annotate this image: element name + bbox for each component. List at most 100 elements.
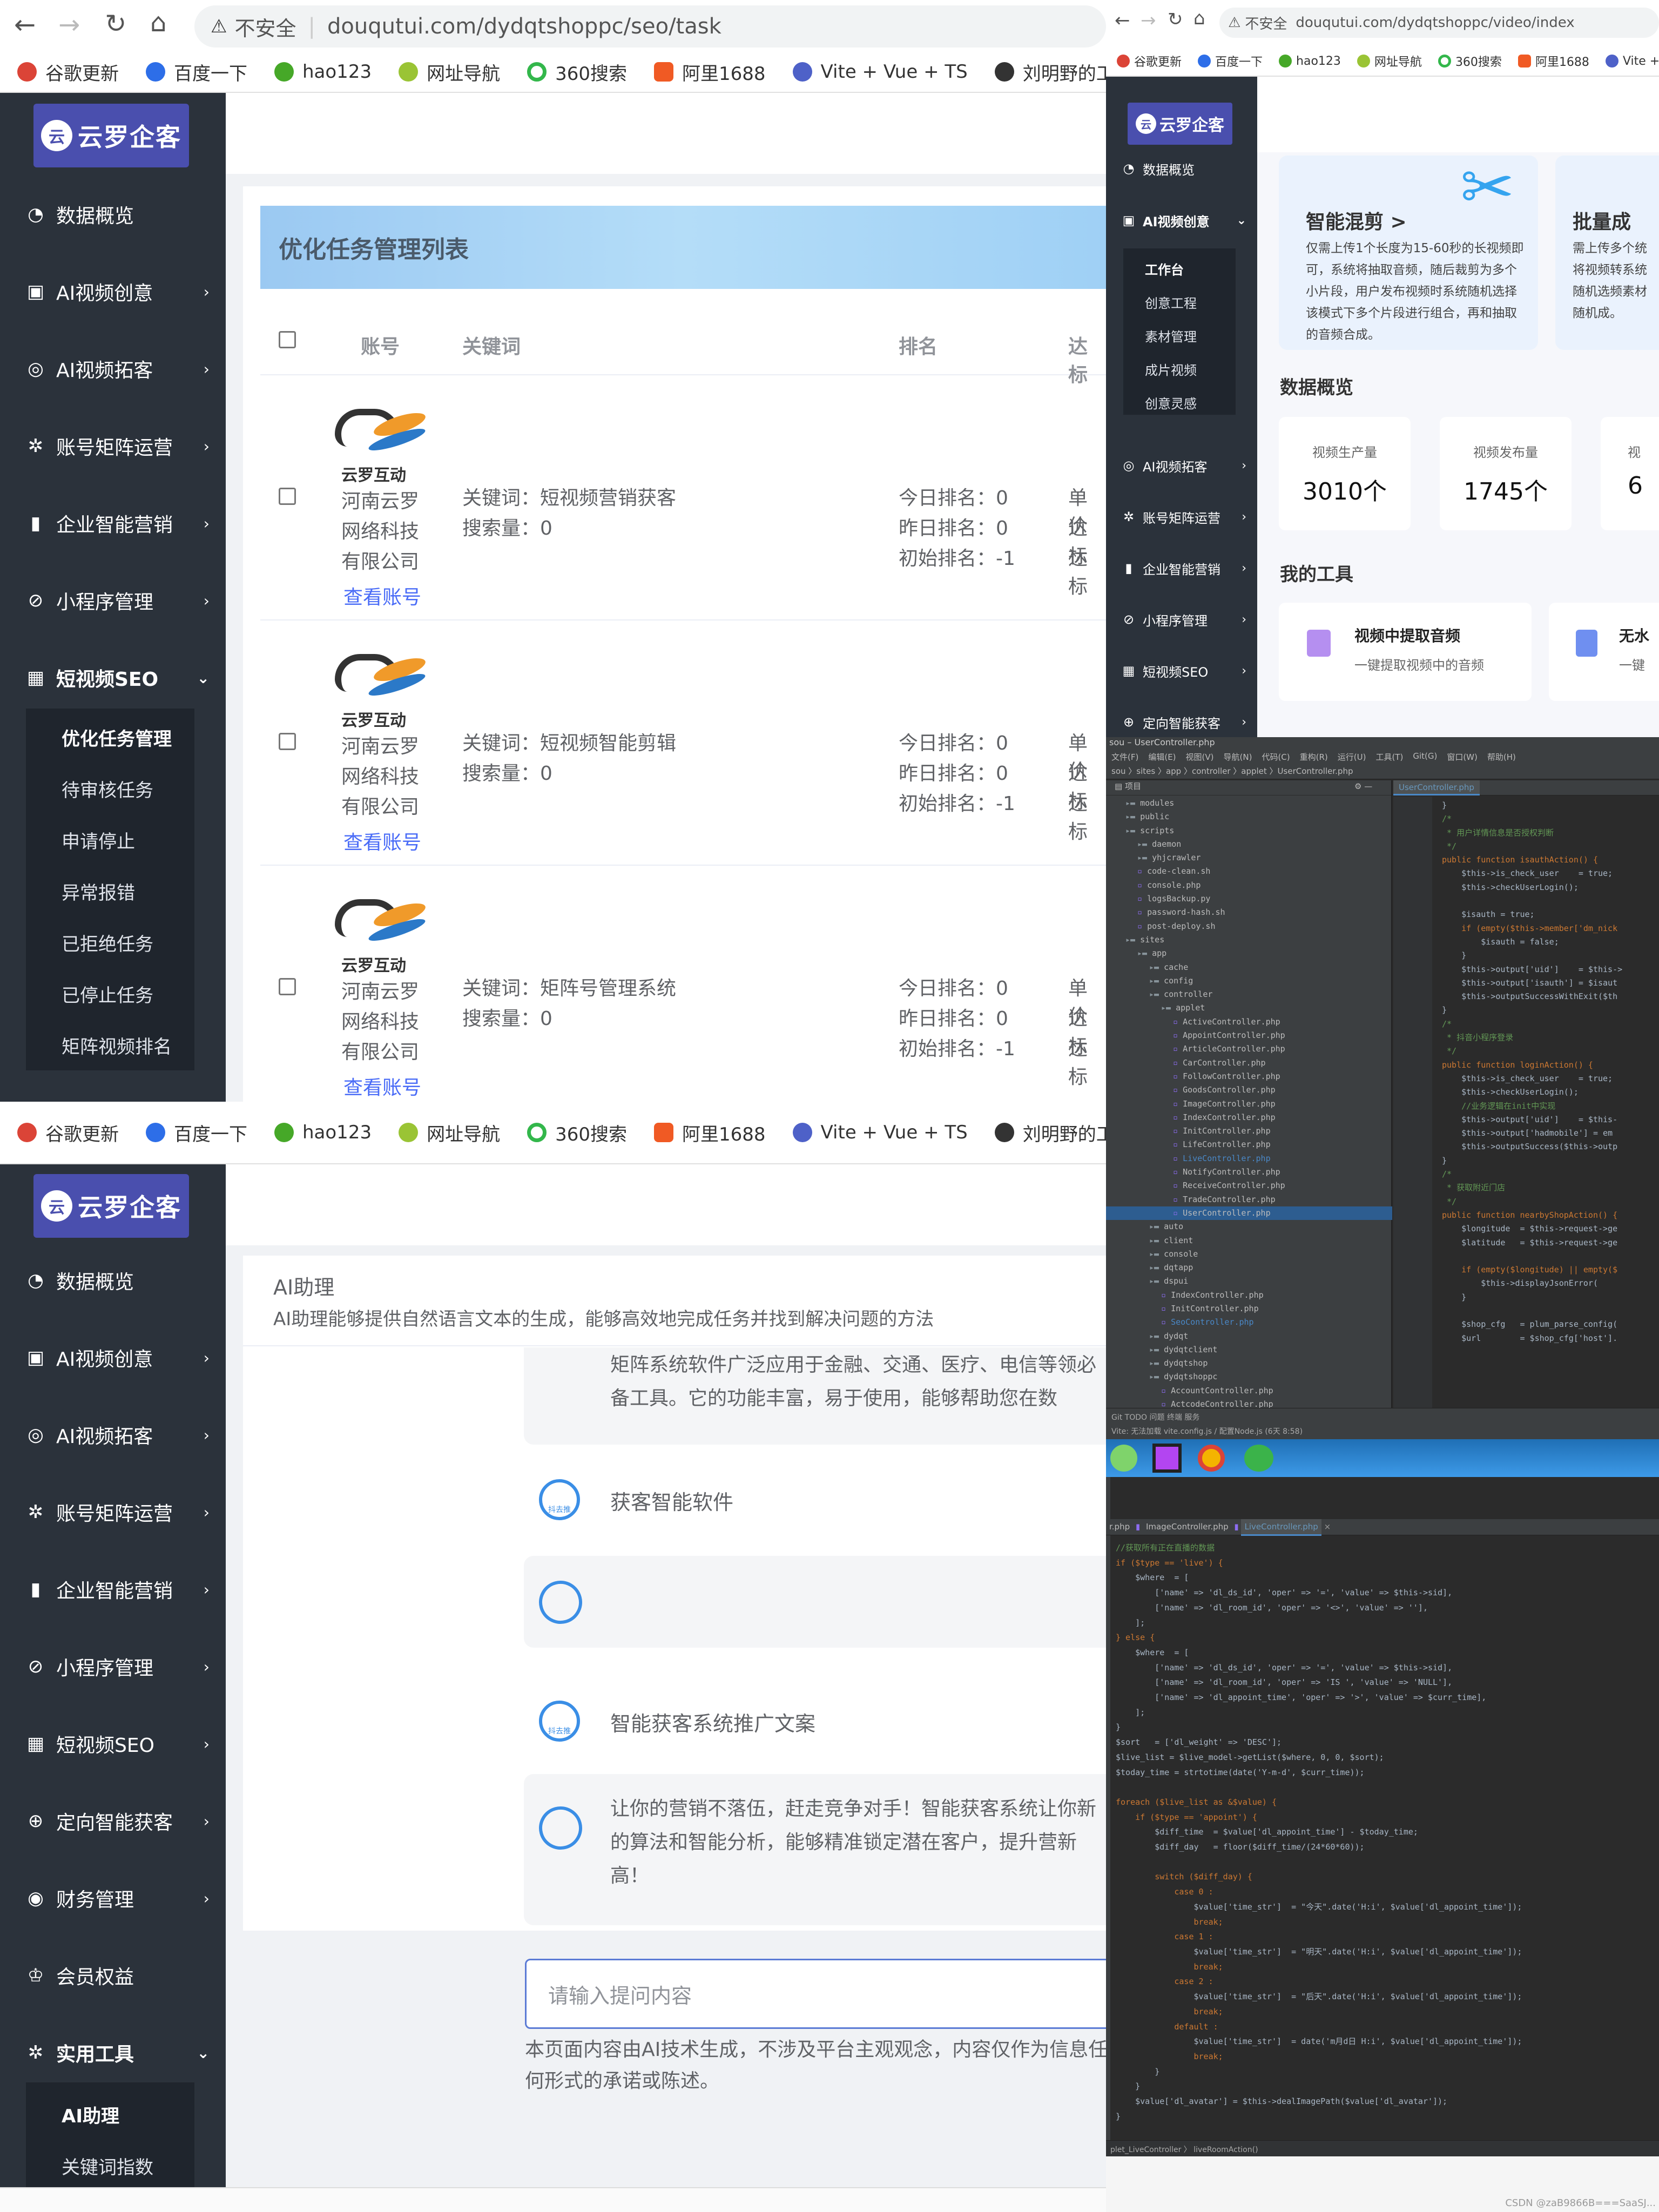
tree-item[interactable]: ▸▬ sites [1106, 933, 1392, 947]
menu-tools[interactable]: 工具(T) [1375, 751, 1403, 765]
bookmark-toolbox[interactable]: 刘明野的工具箱 [994, 59, 1106, 85]
sidebar-item-miniapp[interactable]: ⊘ 小程序管理 › [0, 1637, 226, 1696]
question-input[interactable]: 请输入提问内容 [525, 1959, 1106, 2029]
home-icon[interactable]: ⌂ [1193, 8, 1205, 29]
tree-item[interactable]: ▸▬ scripts [1106, 824, 1392, 838]
sidebar-item-miniapp[interactable]: ⊘ 小程序管理 › [0, 571, 226, 630]
tree-item[interactable]: ▫ ReceiveController.php [1106, 1179, 1392, 1192]
bookmark-hao123[interactable]: hao123 [1279, 55, 1341, 68]
menu-window[interactable]: 窗口(W) [1447, 751, 1478, 765]
phpstorm-icon[interactable] [1152, 1444, 1182, 1473]
sidebar-item-marketing[interactable]: ▮ 企业智能营销 › [1106, 547, 1257, 590]
tree-item[interactable]: ▫ ArticleController.php [1106, 1042, 1392, 1056]
submenu-keyword-index[interactable]: 关键词指数 [26, 2140, 194, 2191]
tree-item[interactable]: ▫ InitController.php [1106, 1124, 1392, 1138]
sidebar-item-ai-video[interactable]: ▣ AI视频创意 › [0, 1328, 226, 1387]
tree-item[interactable]: ▫ SeoController.php [1106, 1316, 1392, 1329]
menu-refactor[interactable]: 重构(R) [1300, 751, 1328, 765]
url-field[interactable]: ⚠ 不安全 douqutui.com/dydqtshoppc/video/ind… [1219, 8, 1659, 38]
forward-icon[interactable]: → [58, 10, 80, 40]
bookmark-1688[interactable]: 阿里1688 [1518, 52, 1589, 70]
bookmark-baidu[interactable]: 百度一下 [146, 59, 247, 85]
tree-item[interactable]: ▸▬ app [1106, 947, 1392, 960]
tree-item[interactable]: ▫ IndexController.php [1106, 1111, 1392, 1124]
menu-run[interactable]: 运行(U) [1338, 751, 1366, 765]
submenu-ai-assistant[interactable]: AI助理 [26, 2089, 194, 2140]
submenu-apply-stop[interactable]: 申请停止 [26, 814, 194, 866]
select-all-checkbox[interactable] [279, 331, 296, 348]
horizontal-scrollbar[interactable] [0, 2187, 1106, 2212]
tree-item[interactable]: ▸▬ public [1106, 810, 1392, 824]
bookmark-baidu[interactable]: 百度一下 [1198, 52, 1263, 70]
sidebar-item-marketing[interactable]: ▮ 企业智能营销 › [0, 1560, 226, 1619]
sidebar-item-matrix[interactable]: ✲ 账号矩阵运营 › [0, 416, 226, 476]
sidebar-item-matrix[interactable]: ✲ 账号矩阵运营 › [1106, 495, 1257, 538]
tree-item[interactable]: ▫ CarController.php [1106, 1056, 1392, 1070]
sidebar-item-ai-video[interactable]: ▣ AI视频创意 ⌄ [1106, 199, 1257, 242]
sidebar-item-seo[interactable]: ▦ 短视频SEO ⌄ [0, 648, 226, 707]
tree-item[interactable]: ▸▬ modules [1106, 797, 1392, 810]
menu-view[interactable]: 视图(V) [1186, 751, 1214, 765]
bookmark-360[interactable]: 360搜索 [527, 1120, 627, 1146]
bookmark-hao123[interactable]: hao123 [274, 1122, 372, 1143]
submenu-project[interactable]: 创意工程 [1123, 285, 1236, 319]
submenu-rejected[interactable]: 已拒绝任务 [26, 917, 194, 968]
tool-card[interactable]: 视频中提取音频 一键提取视频中的音频 [1279, 603, 1532, 701]
bookmark-vite[interactable]: Vite + Vue + TS [792, 1122, 968, 1143]
tree-item[interactable]: ▫ code-clean.sh [1106, 865, 1392, 878]
sidebar-item-ai-expand[interactable]: ◎ AI视频拓客 › [1106, 444, 1257, 487]
tree-item[interactable]: ▫ logsBackup.py [1106, 892, 1392, 906]
bookmark-360[interactable]: 360搜索 [1438, 52, 1502, 70]
tree-item[interactable]: ▸▬ dydqtshop [1106, 1357, 1392, 1370]
smart-mix-card[interactable]: ✂ 智能混剪 > 仅需上传1个长度为15-60秒的长视频即可，系统将抽取音频，随… [1279, 150, 1538, 350]
sidebar-item-miniapp[interactable]: ⊘ 小程序管理 › [1106, 598, 1257, 641]
sidebar-item-tools[interactable]: ✲ 实用工具 ⌄ [0, 2023, 226, 2082]
tool-card[interactable]: 无水 一键 [1549, 603, 1659, 701]
sidebar-item-marketing[interactable]: ▮ 企业智能营销 › [0, 494, 226, 553]
reload-icon[interactable]: ↻ [105, 9, 126, 39]
submenu-inspiration[interactable]: 创意灵感 [1123, 386, 1236, 419]
tab-r-php[interactable]: r.php [1106, 1519, 1133, 1534]
view-account-link[interactable]: 查看账号 [343, 827, 421, 855]
sidebar-item-matrix[interactable]: ✲ 账号矩阵运营 › [0, 1482, 226, 1542]
bookmark-1688[interactable]: 阿里1688 [654, 59, 766, 85]
row-checkbox[interactable] [279, 488, 296, 505]
bookmark-toolbox[interactable]: 刘明野的工具箱 [994, 1120, 1106, 1146]
submenu-task-manage[interactable]: 优化任务管理 [26, 712, 194, 763]
sidebar-item-seo[interactable]: ▦ 短视频SEO › [1106, 649, 1257, 692]
sidebar-item-member[interactable]: ♔ 会员权益 [0, 1946, 226, 2005]
bookmark-vite[interactable]: Vite + Vue + TS [792, 61, 968, 83]
tree-item[interactable]: ▫ FollowController.php [1106, 1070, 1392, 1083]
sidebar-item-overview[interactable]: ◔ 数据概览 [1106, 147, 1257, 190]
url-field[interactable]: ⚠ 不安全 | douqutui.com/dydqtshoppc/seo/tas… [194, 5, 1106, 48]
menu-navigate[interactable]: 导航(N) [1224, 751, 1252, 765]
tree-item[interactable]: ▫ TradeController.php [1106, 1193, 1392, 1206]
submenu-pending[interactable]: 待审核任务 [26, 763, 194, 814]
bookmark-nav[interactable]: 网址导航 [1357, 52, 1422, 70]
tree-item[interactable]: ▸▬ dydqt [1106, 1330, 1392, 1343]
menu-code[interactable]: 代码(C) [1262, 751, 1290, 765]
tree-item[interactable]: ▫ LiveController.php [1106, 1152, 1392, 1165]
bookmark-vite[interactable]: Vite + Vue + TS [1605, 55, 1659, 68]
bookmark-baidu[interactable]: 百度一下 [146, 1120, 247, 1146]
back-icon[interactable]: ← [14, 10, 36, 40]
sidebar-item-overview[interactable]: ◔ 数据概览 [0, 1251, 226, 1310]
view-account-link[interactable]: 查看账号 [343, 582, 421, 610]
bookmark-360[interactable]: 360搜索 [527, 59, 627, 85]
reload-icon[interactable]: ↻ [1168, 9, 1183, 30]
tree-item[interactable]: ▫ UserController.php [1106, 1206, 1392, 1220]
bookmark-nav[interactable]: 网址导航 [399, 1120, 500, 1146]
bookmark-google-update[interactable]: 谷歌更新 [17, 1120, 119, 1146]
tree-item[interactable]: ▫ password-hash.sh [1106, 906, 1392, 919]
tool-window-bar[interactable]: Git TODO 问题 终端 服务 [1111, 1412, 1654, 1422]
sidebar-item-ai-video[interactable]: ▣ AI视频创意 › [0, 262, 226, 321]
bookmark-hao123[interactable]: hao123 [274, 61, 372, 83]
menu-edit[interactable]: 编辑(E) [1148, 751, 1176, 765]
close-icon[interactable]: × [1324, 1522, 1331, 1532]
submenu-ranking[interactable]: 矩阵视频排名 [26, 1020, 194, 1071]
tree-item[interactable]: ▸▬ dspui [1106, 1274, 1392, 1288]
tree-item[interactable]: ▸▬ yhjcrawler [1106, 851, 1392, 865]
tree-item[interactable]: ▸▬ client [1106, 1234, 1392, 1247]
tree-item[interactable]: ▸▬ config [1106, 974, 1392, 988]
tree-item[interactable]: ▫ NotifyController.php [1106, 1165, 1392, 1179]
